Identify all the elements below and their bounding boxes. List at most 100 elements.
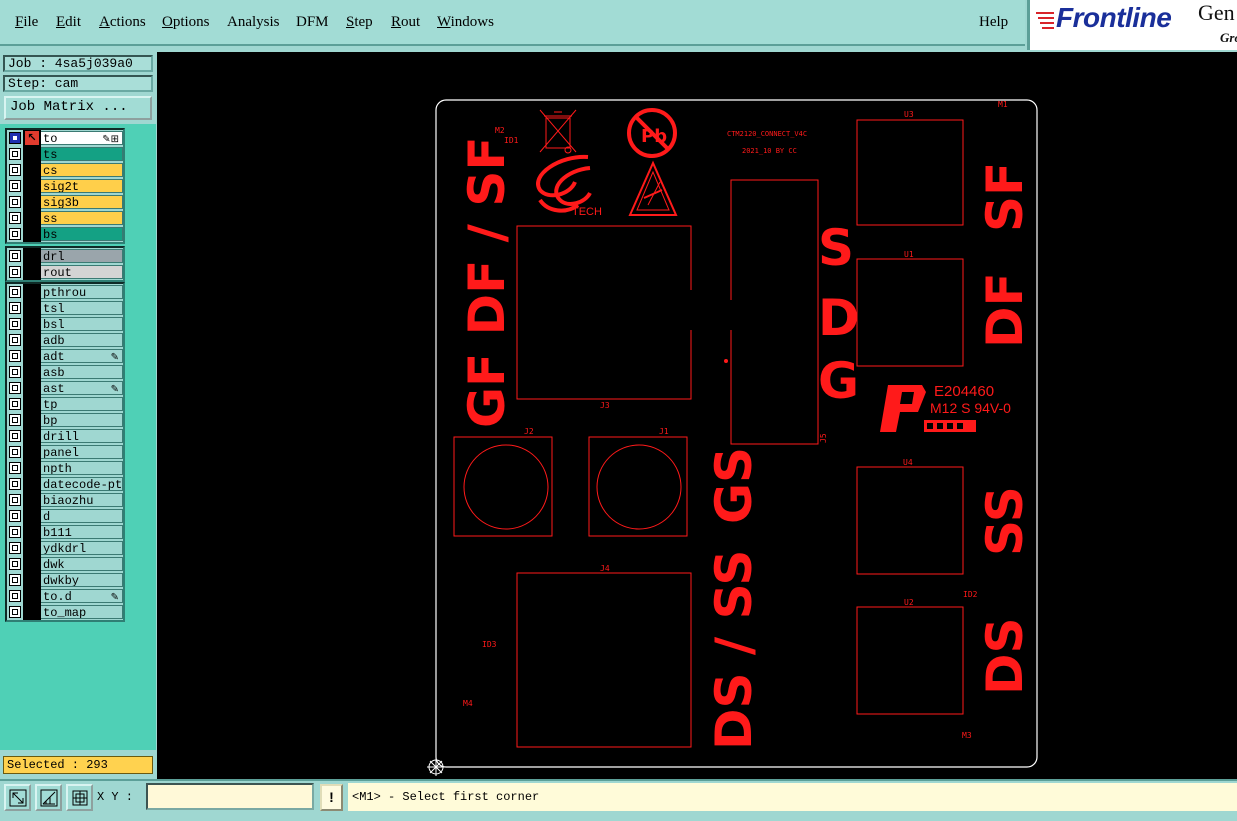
layer-checkbox[interactable] (9, 180, 21, 192)
layer-checkbox[interactable] (9, 132, 21, 144)
layer-name[interactable]: ts (41, 147, 123, 161)
layer-name[interactable]: datecode-ptc (41, 477, 123, 491)
layer-row-pthrou[interactable]: pthrou (7, 284, 123, 300)
layer-work-indicator[interactable] (23, 572, 41, 588)
layer-work-indicator[interactable] (23, 264, 41, 280)
layer-work-indicator[interactable] (23, 248, 41, 264)
layer-name[interactable]: b111 (41, 525, 123, 539)
layer-name[interactable]: tsl (41, 301, 123, 315)
xy-input[interactable] (146, 783, 314, 810)
layer-checkbox[interactable] (9, 414, 21, 426)
layer-name[interactable]: sig3b (41, 195, 123, 209)
layer-name[interactable]: drill (41, 429, 123, 443)
menu-windows[interactable]: Windows (437, 14, 494, 31)
snap-grid-button[interactable] (66, 784, 93, 811)
layer-work-indicator[interactable] (23, 146, 41, 162)
menu-analysis[interactable]: Analysis (227, 14, 280, 31)
layer-row-ast[interactable]: ast ✎ (7, 380, 123, 396)
layer-row-dwk[interactable]: dwk (7, 556, 123, 572)
menu-step[interactable]: Step (346, 14, 373, 31)
menu-rout[interactable]: Rout (391, 14, 420, 31)
layer-checkbox[interactable] (9, 334, 21, 346)
layer-checkbox[interactable] (9, 266, 21, 278)
layer-checkbox[interactable] (9, 148, 21, 160)
layer-checkbox[interactable] (9, 542, 21, 554)
layer-work-indicator[interactable] (23, 444, 41, 460)
layer-checkbox[interactable] (9, 302, 21, 314)
layer-checkbox[interactable] (9, 398, 21, 410)
layer-checkbox[interactable] (9, 430, 21, 442)
layer-name[interactable]: to ✎⊞ (41, 131, 123, 145)
layer-work-indicator[interactable] (23, 460, 41, 476)
layer-work-indicator[interactable] (23, 316, 41, 332)
layer-row-ss[interactable]: ss (7, 210, 123, 226)
layer-name[interactable]: adt ✎ (41, 349, 123, 363)
layer-checkbox[interactable] (9, 478, 21, 490)
layer-name[interactable]: dwkby (41, 573, 123, 587)
layer-name[interactable]: bs (41, 227, 123, 241)
layer-row-npth[interactable]: npth (7, 460, 123, 476)
layer-name[interactable]: adb (41, 333, 123, 347)
layer-row-ydkdrl[interactable]: ydkdrl (7, 540, 123, 556)
layer-name[interactable]: rout (41, 265, 123, 279)
layer-work-indicator[interactable] (23, 162, 41, 178)
layer-work-indicator[interactable] (23, 226, 41, 242)
layer-name[interactable]: cs (41, 163, 123, 177)
layer-row-b111[interactable]: b111 (7, 524, 123, 540)
layer-checkbox[interactable] (9, 228, 21, 240)
layer-name[interactable]: dwk (41, 557, 123, 571)
layer-work-indicator[interactable] (23, 476, 41, 492)
layer-checkbox[interactable] (9, 164, 21, 176)
layer-name[interactable]: pthrou (41, 285, 123, 299)
layer-name[interactable]: sig2t (41, 179, 123, 193)
layer-checkbox[interactable] (9, 446, 21, 458)
layer-checkbox[interactable] (9, 212, 21, 224)
layer-name[interactable]: tp (41, 397, 123, 411)
layer-row-adb[interactable]: adb (7, 332, 123, 348)
menu-help[interactable]: Help (979, 14, 1008, 31)
menu-file[interactable]: File (15, 14, 38, 31)
layer-name[interactable]: drl (41, 249, 123, 263)
layer-checkbox[interactable] (9, 574, 21, 586)
layer-name[interactable]: ast ✎ (41, 381, 123, 395)
menu-dfm[interactable]: DFM (296, 14, 329, 31)
layer-name[interactable]: bsl (41, 317, 123, 331)
layer-row-to-d[interactable]: to.d ✎ (7, 588, 123, 604)
layer-row-biaozhu[interactable]: biaozhu (7, 492, 123, 508)
layer-checkbox[interactable] (9, 250, 21, 262)
layer-row-bs[interactable]: bs (7, 226, 123, 242)
layer-checkbox[interactable] (9, 590, 21, 602)
layer-checkbox[interactable] (9, 494, 21, 506)
layer-checkbox[interactable] (9, 606, 21, 618)
layer-name[interactable]: d (41, 509, 123, 523)
measure-button[interactable] (35, 784, 62, 811)
layer-row-bp[interactable]: bp (7, 412, 123, 428)
layer-name[interactable]: to_map (41, 605, 123, 619)
layer-work-indicator[interactable] (23, 412, 41, 428)
layer-checkbox[interactable] (9, 462, 21, 474)
layer-row-sig3b[interactable]: sig3b (7, 194, 123, 210)
layer-work-indicator[interactable] (23, 556, 41, 572)
layer-row-cs[interactable]: cs (7, 162, 123, 178)
layer-work-indicator[interactable] (23, 332, 41, 348)
job-matrix-button[interactable]: Job Matrix ... (4, 96, 152, 120)
exclamation-button[interactable]: ! (320, 784, 343, 811)
layer-name[interactable]: biaozhu (41, 493, 123, 507)
layer-checkbox[interactable] (9, 510, 21, 522)
layer-work-indicator[interactable] (23, 508, 41, 524)
layer-row-sig2t[interactable]: sig2t (7, 178, 123, 194)
layer-work-indicator[interactable] (23, 428, 41, 444)
layer-row-drl[interactable]: drl (7, 248, 123, 264)
layer-checkbox[interactable] (9, 366, 21, 378)
layer-name[interactable]: npth (41, 461, 123, 475)
layer-name[interactable]: asb (41, 365, 123, 379)
layer-work-indicator[interactable] (23, 300, 41, 316)
layer-checkbox[interactable] (9, 196, 21, 208)
layer-row-bsl[interactable]: bsl (7, 316, 123, 332)
menu-actions[interactable]: Actions (99, 14, 146, 31)
layer-row-panel[interactable]: panel (7, 444, 123, 460)
layer-checkbox[interactable] (9, 526, 21, 538)
layer-work-indicator[interactable] (23, 348, 41, 364)
layer-checkbox[interactable] (9, 286, 21, 298)
layer-work-indicator[interactable] (23, 364, 41, 380)
